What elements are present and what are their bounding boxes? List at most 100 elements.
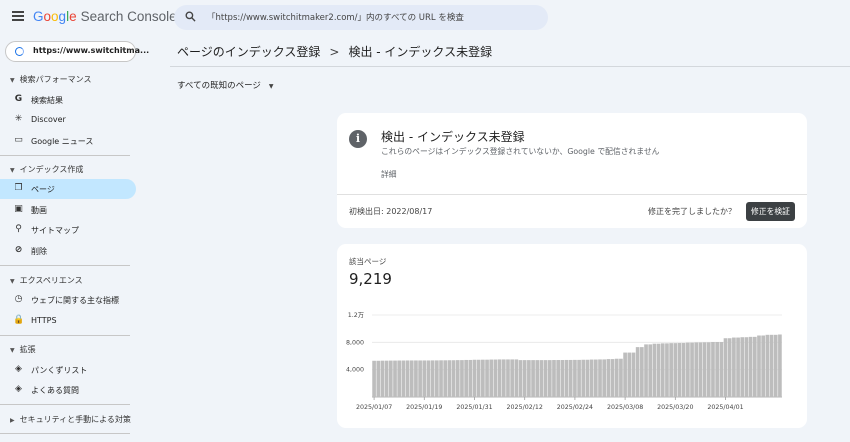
chart-bar[interactable] xyxy=(765,334,770,397)
chart-bar[interactable] xyxy=(752,336,757,397)
chart-bar[interactable] xyxy=(602,359,607,397)
chart-bar[interactable] xyxy=(589,359,594,397)
chart-bar[interactable] xyxy=(698,342,703,397)
chart-bar[interactable] xyxy=(401,360,406,397)
property-selector[interactable]: https://www.switchitma... ▾ xyxy=(5,41,149,62)
chart-bar[interactable] xyxy=(435,360,439,397)
sidebar-item-https[interactable]: 🔒 HTTPS xyxy=(0,311,136,331)
chart-bar[interactable] xyxy=(660,343,665,397)
chart-bar[interactable] xyxy=(702,342,707,397)
chart-bar[interactable] xyxy=(706,342,711,397)
chart-bar[interactable] xyxy=(614,358,619,397)
chart-bar[interactable] xyxy=(560,360,565,397)
sidebar-item-google-news[interactable]: ▭ Google ニュース xyxy=(0,131,136,151)
chart-bar[interactable] xyxy=(585,359,590,397)
chart-bar[interactable] xyxy=(472,359,477,397)
chart-bar[interactable] xyxy=(405,360,410,397)
sidebar-item-search-results[interactable]: G 検索結果 xyxy=(0,90,136,110)
chart-bar[interactable] xyxy=(443,360,448,397)
chart-bar[interactable] xyxy=(577,359,581,397)
chart-bar[interactable] xyxy=(677,343,682,397)
chart-bar[interactable] xyxy=(644,344,648,397)
url-inspection-search[interactable] xyxy=(174,5,548,30)
chart-bar[interactable] xyxy=(694,342,699,397)
section-enhancements[interactable]: ▼ 拡張 xyxy=(10,344,36,355)
chart-bar[interactable] xyxy=(468,359,473,397)
chart-bar[interactable] xyxy=(635,347,640,397)
chart-bar[interactable] xyxy=(769,334,774,397)
chart-bar[interactable] xyxy=(761,335,766,398)
chart-bar[interactable] xyxy=(514,359,519,397)
sidebar-item-discover[interactable]: ✳ Discover xyxy=(0,110,136,130)
page-filter-dropdown[interactable]: すべての既知のページ ▼ xyxy=(177,79,274,91)
chart-bar[interactable] xyxy=(715,341,719,397)
chart-bar[interactable] xyxy=(673,343,678,397)
chart-bar[interactable] xyxy=(497,359,502,397)
sidebar-item-sitemaps[interactable]: ⚲ サイトマップ xyxy=(0,220,136,240)
google-search-console-logo[interactable]: Google Search Console xyxy=(33,9,177,24)
chart-bar[interactable] xyxy=(493,359,498,397)
chart-bar[interactable] xyxy=(681,343,686,397)
chart-bar[interactable] xyxy=(414,360,418,397)
chart-bar[interactable] xyxy=(656,343,661,397)
chart-bar[interactable] xyxy=(372,360,376,397)
chart-bar[interactable] xyxy=(476,359,481,397)
chart-bar[interactable] xyxy=(564,359,569,397)
chart-bar[interactable] xyxy=(568,359,573,397)
chart-bar[interactable] xyxy=(556,360,561,397)
sidebar-item-removals[interactable]: ⊘ 削除 xyxy=(0,241,136,261)
section-security-manual-actions[interactable]: ▶ セキュリティと手動による対策 xyxy=(10,414,131,425)
chart-bar[interactable] xyxy=(426,360,431,397)
chart-bar[interactable] xyxy=(460,360,464,397)
chart-bar[interactable] xyxy=(531,360,535,397)
chart-bar[interactable] xyxy=(547,360,552,397)
chart-bar[interactable] xyxy=(489,359,494,397)
chart-bar[interactable] xyxy=(397,360,402,397)
chart-bar[interactable] xyxy=(439,360,443,397)
chart-bar[interactable] xyxy=(388,360,393,397)
chart-bar[interactable] xyxy=(719,341,724,397)
chart-bar[interactable] xyxy=(535,360,540,397)
sidebar-item-faq[interactable]: ◈ よくある質問 xyxy=(0,380,136,400)
chart-bar[interactable] xyxy=(593,359,598,397)
chart-bar[interactable] xyxy=(723,338,728,397)
chart-bar[interactable] xyxy=(409,360,414,397)
chart-bar[interactable] xyxy=(598,359,602,397)
chart-bar[interactable] xyxy=(518,360,523,397)
chart-bar[interactable] xyxy=(711,341,715,397)
sidebar-item-videos[interactable]: ▣ 動画 xyxy=(0,200,136,220)
chart-bar[interactable] xyxy=(736,337,740,397)
sidebar-item-core-web-vitals[interactable]: ◷ ウェブに関する主な指標 xyxy=(0,290,136,310)
chart-bar[interactable] xyxy=(384,360,389,397)
chart-bar[interactable] xyxy=(581,359,586,397)
chart-bar[interactable] xyxy=(430,360,435,397)
chart-bar[interactable] xyxy=(744,337,749,397)
chart-bar[interactable] xyxy=(757,335,761,398)
chart-bar[interactable] xyxy=(527,360,531,397)
menu-icon[interactable] xyxy=(12,11,24,21)
chart-bar[interactable] xyxy=(690,342,694,397)
chart-bar[interactable] xyxy=(418,360,422,397)
chart-bar[interactable] xyxy=(640,347,644,397)
chart-bar[interactable] xyxy=(665,343,669,397)
details-link[interactable]: 詳細 xyxy=(381,169,397,180)
chart-bar[interactable] xyxy=(631,352,636,397)
chart-bar[interactable] xyxy=(447,360,452,397)
chart-bar[interactable] xyxy=(522,360,527,397)
chart-bar[interactable] xyxy=(552,360,556,397)
chart-bar[interactable] xyxy=(539,360,544,397)
chart-bar[interactable] xyxy=(778,334,782,397)
chart-bar[interactable] xyxy=(619,358,623,397)
chart-bar[interactable] xyxy=(380,360,385,397)
sidebar-item-breadcrumbs[interactable]: ◈ パンくずリスト xyxy=(0,360,136,380)
chart-bar[interactable] xyxy=(623,352,627,397)
chart-bar[interactable] xyxy=(506,359,510,397)
chart-bar[interactable] xyxy=(464,359,468,397)
chart-bar[interactable] xyxy=(393,360,397,397)
chart-bar[interactable] xyxy=(510,359,514,397)
breadcrumb-parent[interactable]: ページのインデックス登録 xyxy=(177,45,320,59)
chart-bar[interactable] xyxy=(627,352,632,397)
chart-bar[interactable] xyxy=(669,343,673,397)
chart-bar[interactable] xyxy=(740,337,745,397)
chart-bar[interactable] xyxy=(376,360,381,397)
